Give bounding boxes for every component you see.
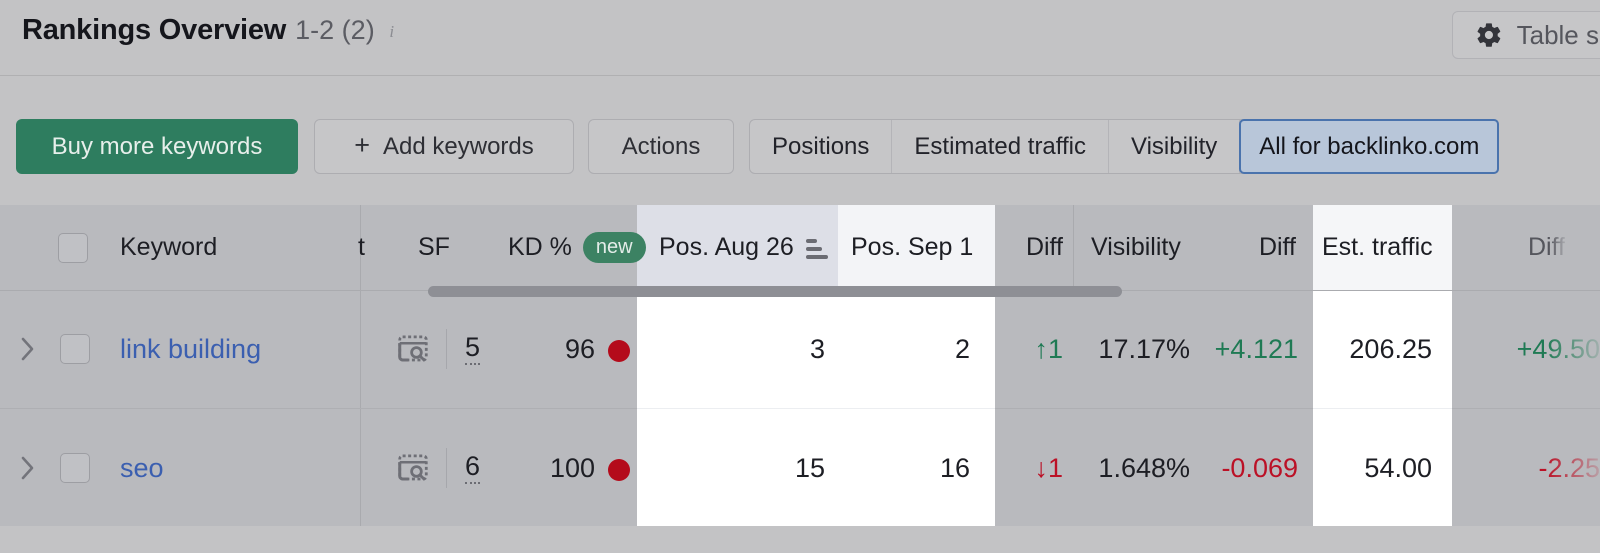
column-header-pos-aug[interactable]: Pos. Aug 26 <box>659 205 828 290</box>
add-keywords-label: Add keywords <box>383 133 534 161</box>
checkbox-box <box>60 334 90 364</box>
column-header-keyword[interactable]: Keyword <box>120 205 217 290</box>
chevron-right-icon <box>20 455 36 481</box>
segment-visibility[interactable]: Visibility <box>1109 120 1240 173</box>
sf-value[interactable]: 6 <box>465 453 480 484</box>
page-title: Rankings Overview 1-2 (2) i <box>22 14 400 47</box>
page-header: Rankings Overview 1-2 (2) i Table s <box>0 0 1600 76</box>
keyword-text: link building <box>120 334 261 365</box>
table-settings-label: Table s <box>1517 20 1599 51</box>
kd-value: 100 <box>550 453 595 484</box>
kd-value-cell: 100 <box>500 409 630 527</box>
segment-estimated-traffic[interactable]: Estimated traffic <box>892 120 1109 173</box>
visibility-value: 1.648% <box>1080 409 1190 527</box>
rankings-table: Keyword t SF KD % new Pos. Aug 26 Pos. S… <box>0 205 1600 553</box>
row-select-checkbox[interactable] <box>60 409 90 527</box>
column-header-visibility[interactable]: Visibility <box>1091 205 1181 290</box>
segment-all-for-domain[interactable]: All for backlinko.com <box>1239 119 1499 174</box>
column-header-est-traffic[interactable]: Est. traffic <box>1322 205 1433 290</box>
result-range: 1-2 (2) <box>295 15 375 46</box>
row-expand-toggle[interactable] <box>20 409 36 527</box>
checkbox-box <box>60 453 90 483</box>
diff-pos-arrow-icon: ↑ <box>1034 334 1048 365</box>
select-all-checkbox[interactable] <box>58 205 88 290</box>
serp-preview-icon[interactable] <box>398 335 428 363</box>
highlight-row-divider <box>1313 408 1452 409</box>
plus-icon: + <box>354 132 370 159</box>
pos-aug-value: 15 <box>660 409 825 527</box>
kd-value: 96 <box>565 334 595 365</box>
row-select-checkbox[interactable] <box>60 290 90 408</box>
est-traffic-value: 206.25 <box>1320 290 1432 408</box>
serp-preview-icon[interactable] <box>398 454 428 482</box>
toolbar: Buy more keywords + Add keywords Actions… <box>0 75 1600 205</box>
keyword-link[interactable]: link building <box>120 290 261 408</box>
column-header-diff-traffic[interactable]: Diff <box>1528 205 1565 290</box>
sf-value[interactable]: 5 <box>465 334 480 365</box>
gear-icon <box>1475 21 1503 49</box>
visibility-value: 17.17% <box>1080 290 1190 408</box>
est-traffic-value: 54.00 <box>1320 409 1432 527</box>
column-header-pos-aug-label: Pos. Aug 26 <box>659 233 794 262</box>
view-mode-segmented-control: Positions Estimated traffic Visibility A… <box>749 119 1499 174</box>
diff-pos-number: 1 <box>1048 453 1063 484</box>
diff-pos-arrow-icon: ↓ <box>1034 453 1048 484</box>
info-icon[interactable]: i <box>384 24 400 40</box>
checkbox-box <box>58 233 88 263</box>
table-bottom-strip <box>0 526 1600 553</box>
keyword-text: seo <box>120 453 164 484</box>
sort-descending-icon[interactable] <box>806 239 828 259</box>
diff-pos-value: ↑ 1 <box>985 290 1063 408</box>
kd-new-badge: new <box>583 232 646 263</box>
diff-pos-value: ↓ 1 <box>985 409 1063 527</box>
diff-traffic-value: -2.25 <box>1462 409 1600 527</box>
cell-divider <box>446 448 447 488</box>
column-header-kd[interactable]: KD % new <box>508 205 646 290</box>
pos-sep-value: 2 <box>845 290 970 408</box>
add-keywords-button[interactable]: + Add keywords <box>314 119 574 174</box>
column-header-diff-pos[interactable]: Diff <box>955 205 1063 290</box>
segment-positions[interactable]: Positions <box>750 120 892 173</box>
table-row[interactable]: link building 5 96 3 2 ↑ <box>0 290 1600 408</box>
table-settings-button[interactable]: Table s <box>1452 11 1600 59</box>
kd-difficulty-dot <box>608 459 630 481</box>
highlight-row-divider <box>637 408 995 409</box>
chevron-right-icon <box>20 336 36 362</box>
pos-sep-value: 16 <box>845 409 970 527</box>
table-header-row: Keyword t SF KD % new Pos. Aug 26 Pos. S… <box>0 205 1600 290</box>
column-header-intent[interactable]: t <box>358 205 365 290</box>
pos-aug-value: 3 <box>660 290 825 408</box>
diff-visibility-value: +4.121 <box>1200 290 1298 408</box>
row-expand-toggle[interactable] <box>20 290 36 408</box>
column-header-kd-label: KD % <box>508 233 572 262</box>
actions-button[interactable]: Actions <box>588 119 734 174</box>
diff-pos-number: 1 <box>1048 334 1063 365</box>
kd-value-cell: 96 <box>500 290 630 408</box>
diff-traffic-value: +49.50 <box>1462 290 1600 408</box>
keyword-link[interactable]: seo <box>120 409 164 527</box>
column-header-sf[interactable]: SF <box>418 205 450 290</box>
serp-and-sf-group: 5 <box>398 290 480 408</box>
buy-more-keywords-button[interactable]: Buy more keywords <box>16 119 298 174</box>
rankings-overview-page: Rankings Overview 1-2 (2) i Table s Buy … <box>0 0 1600 553</box>
column-header-diff-visibility[interactable]: Diff <box>1180 205 1296 290</box>
kd-difficulty-dot <box>608 340 630 362</box>
table-row[interactable]: seo 6 100 15 16 ↓ 1 <box>0 408 1600 527</box>
page-title-text: Rankings Overview <box>22 14 286 47</box>
diff-visibility-value: -0.069 <box>1200 409 1298 527</box>
serp-and-sf-group: 6 <box>398 409 480 527</box>
cell-divider <box>446 329 447 369</box>
